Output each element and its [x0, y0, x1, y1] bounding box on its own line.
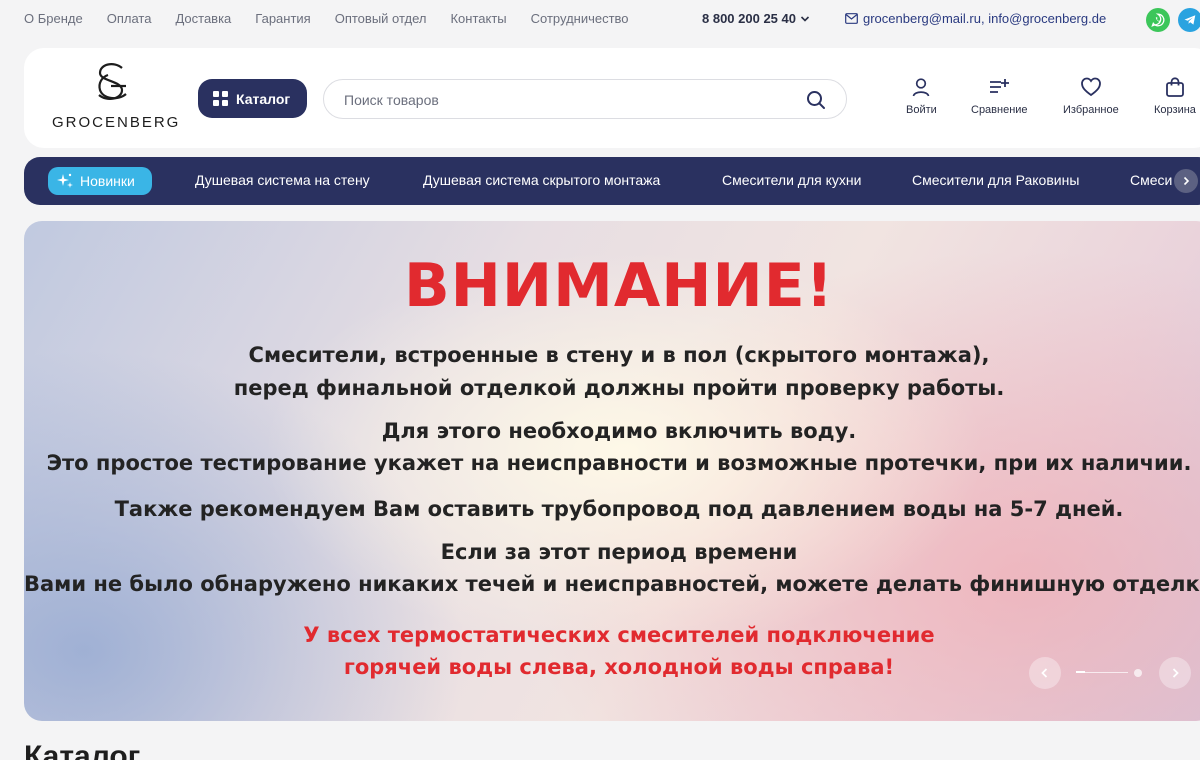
banner-red-line-1: У всех термостатических смесителей подкл…	[303, 623, 935, 647]
top-link-brand[interactable]: О Бренде	[24, 11, 83, 26]
telegram-button[interactable]	[1178, 8, 1200, 32]
banner-line-6: Если за этот период времени	[440, 540, 798, 564]
nav-scroll-right-button[interactable]	[1174, 169, 1198, 193]
catalog-button-label: Каталог	[236, 90, 291, 107]
banner-red-line-2: горячей воды слева, холодной воды справа…	[343, 655, 895, 679]
top-link-contacts[interactable]: Контакты	[450, 11, 506, 26]
chevron-left-icon	[1041, 668, 1048, 678]
email-link[interactable]: grocenberg@mail.ru, info@grocenberg.de	[845, 11, 1106, 26]
whatsapp-icon	[1151, 13, 1165, 27]
favorites-button[interactable]: Избранное	[1063, 76, 1119, 116]
top-link-warranty[interactable]: Гарантия	[255, 11, 310, 26]
top-link-partnership[interactable]: Сотрудничество	[531, 11, 629, 26]
pagination-active-indicator[interactable]	[1076, 671, 1085, 673]
new-products-label: Новинки	[80, 173, 135, 189]
nav-item-more-faucets[interactable]: Смеси	[1130, 172, 1172, 188]
top-link-payment[interactable]: Оплата	[107, 11, 152, 26]
nav-item-wall-shower[interactable]: Душевая система на стену	[195, 172, 370, 188]
cart-button[interactable]: Корзина	[1154, 76, 1196, 116]
compare-icon	[990, 79, 1010, 93]
grid-icon	[213, 91, 228, 106]
top-bar: О Бренде Оплата Доставка Гарантия Оптовы…	[0, 0, 1200, 40]
pagination-dot[interactable]	[1134, 669, 1142, 677]
compare-button[interactable]: Сравнение	[971, 76, 1028, 116]
site-header: GROCENBERG Каталог Войти Сравнение Избра…	[24, 48, 1200, 148]
nav-item-basin-faucets[interactable]: Смесители для Раковины	[912, 172, 1079, 188]
top-links: О Бренде Оплата Доставка Гарантия Оптовы…	[24, 11, 653, 26]
nav-item-kitchen-faucets[interactable]: Смесители для кухни	[722, 172, 861, 188]
category-nav: Новинки Душевая система на стену Душевая…	[24, 157, 1200, 205]
banner-line-1: Смесители, встроенные в стену и в пол (с…	[248, 343, 990, 367]
new-products-button[interactable]: Новинки	[48, 167, 152, 195]
chevron-right-icon	[1172, 668, 1179, 678]
banner-pagination	[1076, 668, 1144, 678]
compare-label: Сравнение	[971, 104, 1028, 116]
search-input[interactable]	[344, 89, 794, 111]
cart-label: Корзина	[1154, 104, 1196, 116]
banner-line-3: Для этого необходимо включить воду.	[381, 419, 857, 443]
favorites-label: Избранное	[1063, 104, 1119, 116]
nav-item-hidden-shower[interactable]: Душевая система скрытого монтажа	[423, 172, 660, 188]
catalog-section-title: Каталог	[24, 740, 141, 760]
banner-next-button[interactable]	[1159, 657, 1191, 689]
top-link-wholesale[interactable]: Оптовый отдел	[335, 11, 427, 26]
banner-prev-button[interactable]	[1029, 657, 1061, 689]
logo[interactable]: GROCENBERG	[52, 62, 181, 132]
search-icon[interactable]	[806, 90, 826, 110]
mail-icon	[845, 13, 858, 24]
email-text: grocenberg@mail.ru, info@grocenberg.de	[863, 11, 1107, 26]
search-box	[323, 79, 847, 119]
banner-line-2: перед финальной отделкой должны пройти п…	[233, 376, 1005, 400]
phone-number: 8 800 200 25 40	[702, 11, 796, 26]
banner-line-7: Вами не было обнаружено никаких течей и …	[24, 572, 1200, 596]
phone-dropdown[interactable]: 8 800 200 25 40	[702, 11, 810, 26]
heart-icon	[1080, 77, 1101, 97]
banner-line-5: Также рекомендуем Вам оставить трубопров…	[114, 497, 1124, 521]
promo-banner[interactable]: ВНИМАНИЕ! Смесители, встроенные в стену …	[24, 221, 1200, 721]
banner-line-4: Это простое тестирование укажет на неисп…	[46, 451, 1192, 475]
top-link-delivery[interactable]: Доставка	[175, 11, 231, 26]
chevron-down-icon	[800, 15, 810, 22]
logo-emblem-icon	[98, 63, 127, 100]
whatsapp-button[interactable]	[1146, 8, 1170, 32]
login-button[interactable]: Войти	[906, 76, 937, 116]
sparkle-icon	[57, 173, 73, 188]
telegram-icon	[1184, 15, 1196, 25]
login-label: Войти	[906, 104, 937, 116]
chevron-right-icon	[1183, 176, 1190, 186]
logo-wordmark: GROCENBERG	[52, 114, 181, 131]
user-icon	[913, 78, 930, 97]
cart-icon	[1166, 77, 1184, 97]
banner-title: ВНИМАНИЕ!	[403, 251, 835, 321]
catalog-button[interactable]: Каталог	[198, 79, 307, 118]
